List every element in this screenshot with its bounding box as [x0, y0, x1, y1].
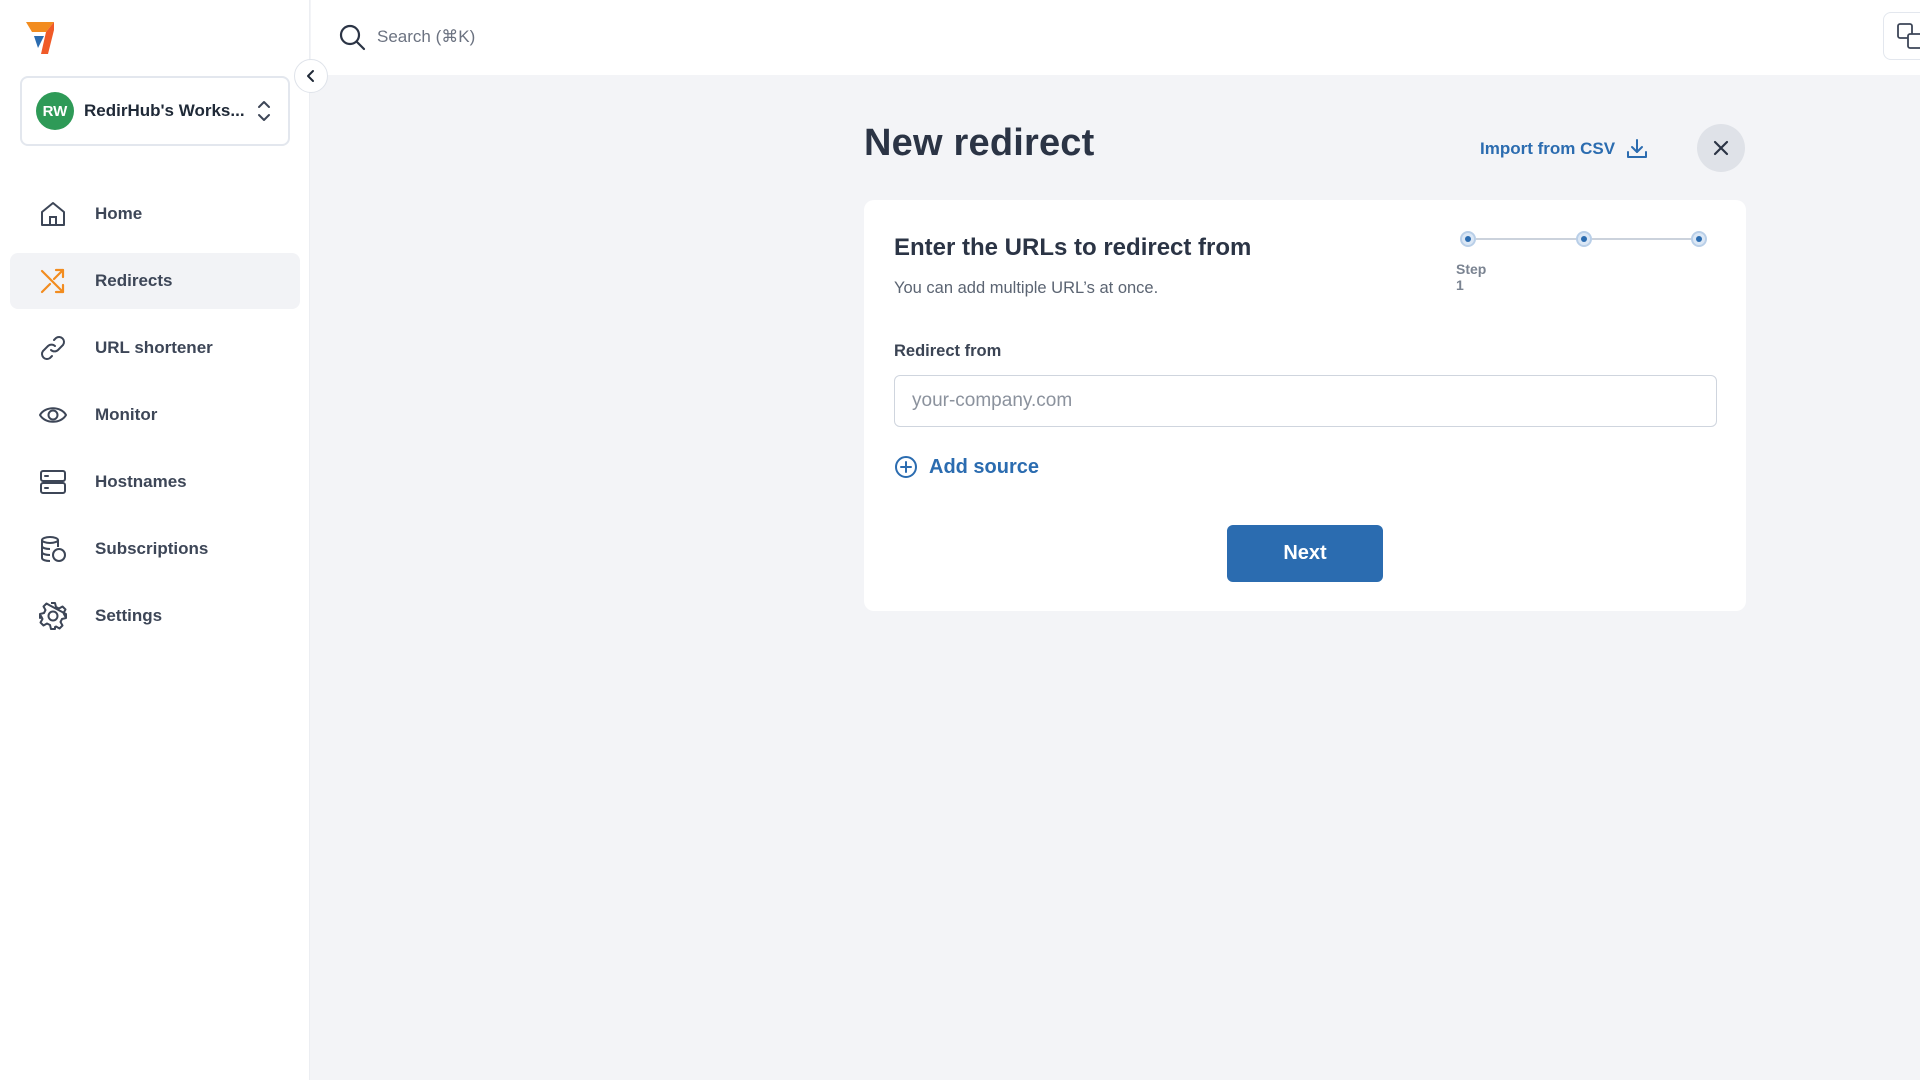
step-1-dot: Step 1 [1456, 231, 1486, 293]
gear-icon [39, 602, 67, 630]
import-from-csv-button[interactable]: Import from CSV [1480, 134, 1649, 164]
workspace-avatar: RW [36, 92, 74, 130]
search-input[interactable] [377, 20, 777, 54]
close-button[interactable] [1697, 124, 1745, 172]
eye-icon [39, 407, 67, 423]
home-icon [41, 202, 65, 226]
next-button[interactable]: Next [1227, 525, 1383, 582]
sidebar-item-subscriptions[interactable]: Subscriptions [10, 521, 300, 577]
step-3-dot [1691, 231, 1707, 247]
import-label: Import from CSV [1480, 139, 1616, 158]
stepper: Step 1 [1454, 228, 1724, 293]
link-icon [41, 336, 65, 360]
sidebar: RW RedirHub's Works... Home Redirects UR… [0, 0, 310, 1080]
subscriptions-icon [41, 536, 66, 562]
sidebar-item-redirects[interactable]: Redirects [10, 253, 300, 309]
server-icon [40, 470, 66, 494]
chevron-up-down-icon [258, 101, 270, 121]
step-2-dot [1576, 231, 1592, 247]
workspace-name: RedirHub's Works... [84, 101, 245, 120]
sidebar-item-label: URL shortener [95, 338, 213, 357]
sidebar-item-label: Home [95, 204, 143, 223]
card-title: Enter the URLs to redirect from [894, 234, 1252, 261]
step-connector [1476, 238, 1578, 240]
sidebar-item-monitor[interactable]: Monitor [10, 387, 300, 443]
top-bar [311, 0, 1920, 75]
step-connector [1592, 238, 1692, 240]
sidebar-item-label: Settings [95, 606, 163, 625]
translate-icon [1897, 23, 1920, 49]
redirect-from-label: Redirect from [894, 342, 1002, 360]
redirect-form-card: Enter the URLs to redirect from You can … [864, 200, 1746, 611]
sidebar-item-hostnames[interactable]: Hostnames [10, 454, 300, 510]
add-source-label: Add source [929, 455, 1040, 478]
card-subtitle: You can add multiple URL’s at once. [894, 279, 1159, 297]
plus-circle-icon [895, 456, 917, 478]
redirhub-logo[interactable] [24, 18, 60, 56]
sidebar-item-label: Subscriptions [95, 539, 209, 558]
download-icon [1627, 139, 1648, 158]
translate-button[interactable] [1883, 12, 1920, 60]
search-icon [339, 24, 366, 51]
chevron-left-icon [307, 70, 314, 82]
sidebar-nav: Home Redirects URL shortener Monitor Hos… [10, 186, 300, 655]
step-label: Step 1 [1456, 261, 1487, 293]
workspace-switcher[interactable]: RW RedirHub's Works... [20, 76, 290, 146]
redirects-icon [40, 268, 65, 294]
redirect-from-input[interactable] [894, 375, 1717, 427]
sidebar-item-settings[interactable]: Settings [10, 588, 300, 644]
sidebar-item-url-shortener[interactable]: URL shortener [10, 320, 300, 376]
page-title: New redirect [864, 122, 1095, 164]
collapse-sidebar-button[interactable] [294, 59, 328, 93]
sidebar-item-label: Redirects [95, 271, 173, 290]
sidebar-item-label: Hostnames [95, 472, 187, 491]
sidebar-item-label: Monitor [95, 405, 158, 424]
close-icon [1713, 140, 1729, 156]
sidebar-item-home[interactable]: Home [10, 186, 300, 242]
add-source-button[interactable]: Add source [894, 455, 1039, 479]
